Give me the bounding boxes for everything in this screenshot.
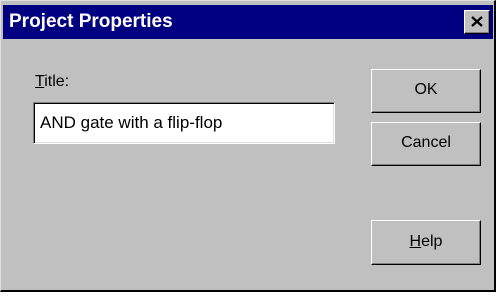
help-button-label: Help — [410, 221, 443, 262]
title-label-mnemonic: T — [35, 73, 45, 90]
title-bar[interactable]: Project Properties — [3, 5, 493, 39]
title-label-text: itle: — [44, 73, 70, 90]
title-input-value: AND gate with a flip-flop — [40, 113, 223, 132]
ok-button-label: OK — [414, 81, 438, 98]
close-icon — [471, 16, 483, 27]
title-field-label: Title: — [35, 72, 69, 92]
close-button[interactable] — [464, 10, 490, 34]
help-label-rest: elp — [421, 233, 443, 250]
title-input[interactable]: AND gate with a flip-flop — [33, 102, 335, 144]
help-mnemonic: H — [409, 233, 422, 250]
dialog-title: Project Properties — [9, 11, 173, 32]
cancel-button-label: Cancel — [401, 134, 451, 151]
cancel-button[interactable]: Cancel — [371, 122, 481, 166]
ok-button[interactable]: OK — [371, 69, 481, 113]
project-properties-dialog: Project Properties Title: AND gate with … — [0, 0, 496, 292]
help-button[interactable]: Help — [371, 220, 481, 265]
